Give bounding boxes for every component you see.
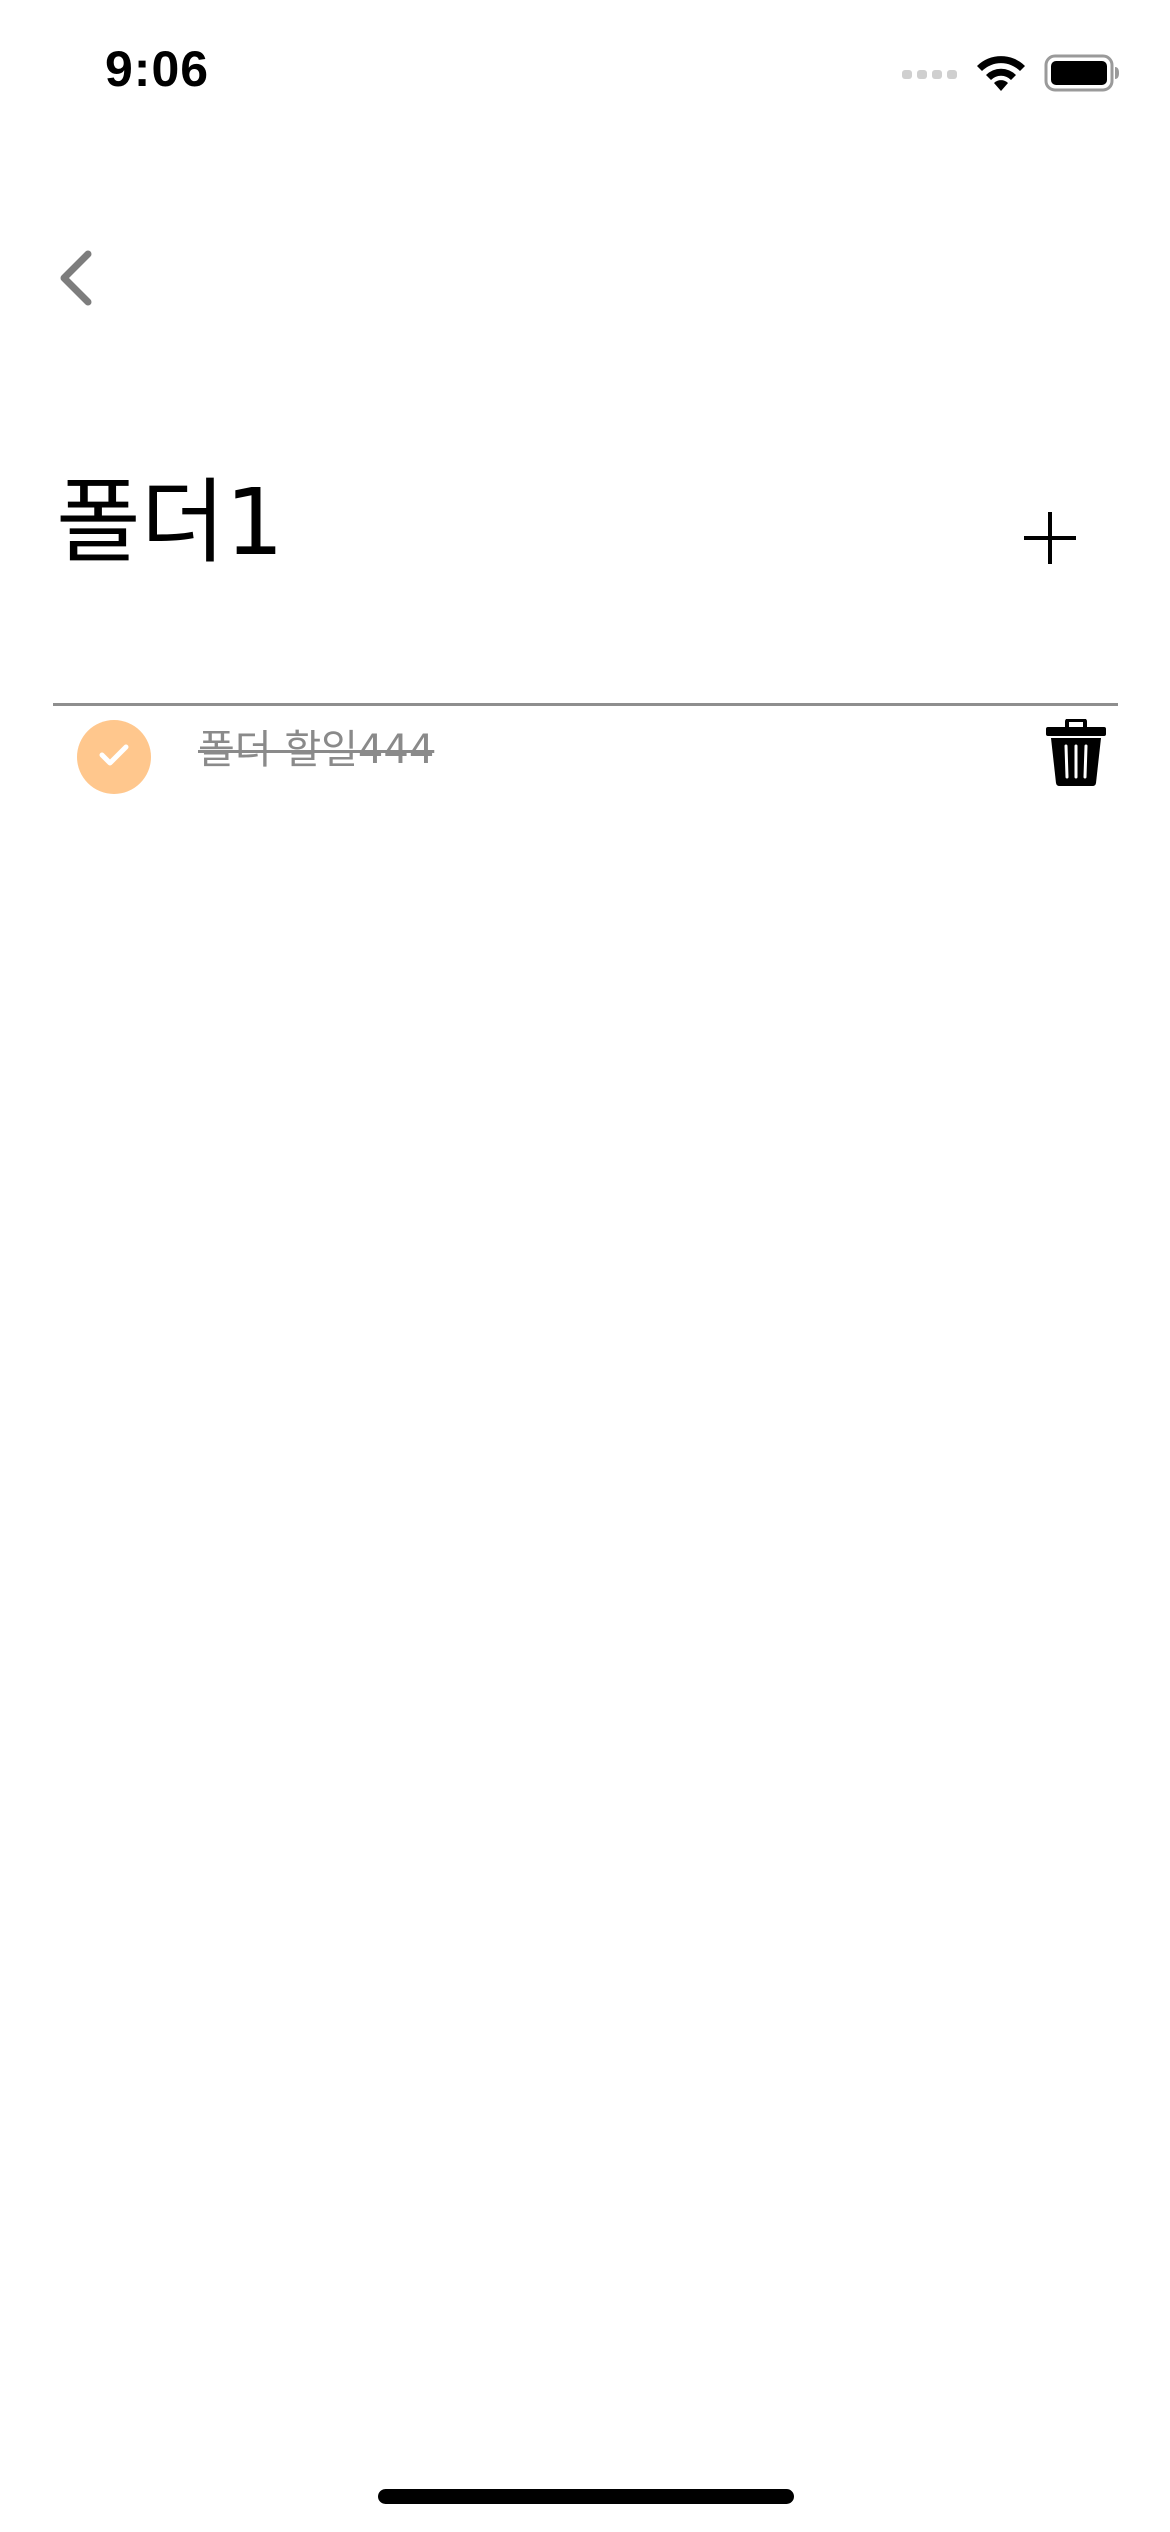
- todo-checkbox[interactable]: [77, 720, 151, 794]
- page-title: 폴더1: [56, 469, 284, 576]
- cellular-signal-icon: [902, 66, 958, 85]
- plus-icon: [1022, 510, 1078, 570]
- checkmark-icon: [97, 741, 131, 773]
- chevron-left-icon: [56, 248, 96, 312]
- add-todo-button[interactable]: [1010, 500, 1090, 580]
- wifi-icon: [974, 53, 1028, 97]
- battery-icon: [1044, 54, 1120, 96]
- status-bar: 9:06: [0, 0, 1170, 150]
- status-time: 9:06: [105, 41, 210, 97]
- back-button[interactable]: [36, 240, 116, 320]
- todo-text[interactable]: 폴더 할일444: [198, 720, 434, 780]
- status-indicators: [902, 50, 1120, 100]
- delete-todo-button[interactable]: [1031, 710, 1121, 800]
- todo-item: 폴더 할일444: [53, 706, 1118, 816]
- trash-icon: [1045, 718, 1107, 791]
- home-indicator[interactable]: [378, 2489, 794, 2504]
